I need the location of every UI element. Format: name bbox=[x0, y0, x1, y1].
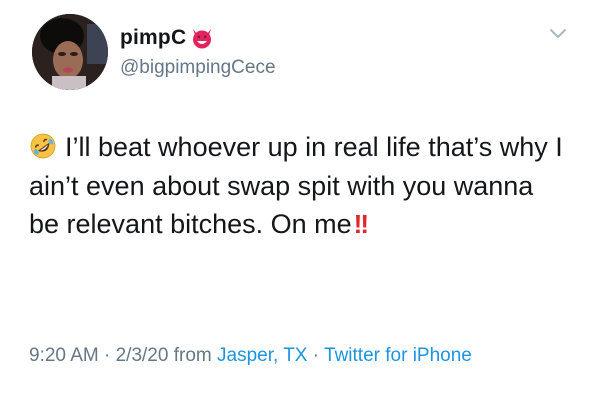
tweet-meta: 9:20 AM · 2/3/20 from Jasper, TX · Twitt… bbox=[29, 341, 569, 371]
chevron-down-icon[interactable] bbox=[548, 26, 568, 42]
tweet-time[interactable]: 9:20 AM bbox=[29, 345, 99, 366]
meta-from: from bbox=[168, 345, 217, 366]
tweet-card: pimpC @bigpimpingCece bbox=[0, 0, 595, 414]
smiling-devil-icon bbox=[190, 27, 214, 49]
source-link[interactable]: Twitter for iPhone bbox=[324, 345, 472, 366]
user-name-row: pimpC bbox=[120, 26, 214, 50]
tweet-date[interactable]: 2/3/20 bbox=[116, 345, 169, 366]
user-handle[interactable]: @bigpimpingCece bbox=[120, 57, 276, 79]
avatar-photo bbox=[32, 14, 108, 90]
tweet-body-text: I’ll beat whoever up in real life that’s… bbox=[29, 132, 563, 239]
rolling-on-floor-laughing-icon bbox=[29, 132, 57, 160]
location-link[interactable]: Jasper, TX bbox=[217, 345, 307, 366]
display-name[interactable]: pimpC bbox=[120, 26, 186, 50]
avatar[interactable] bbox=[32, 14, 108, 90]
double-exclamation-icon: !! bbox=[354, 209, 367, 239]
meta-separator: · bbox=[307, 345, 324, 366]
tweet-text: I’ll beat whoever up in real life that’s… bbox=[29, 128, 569, 244]
meta-separator: · bbox=[99, 345, 116, 366]
